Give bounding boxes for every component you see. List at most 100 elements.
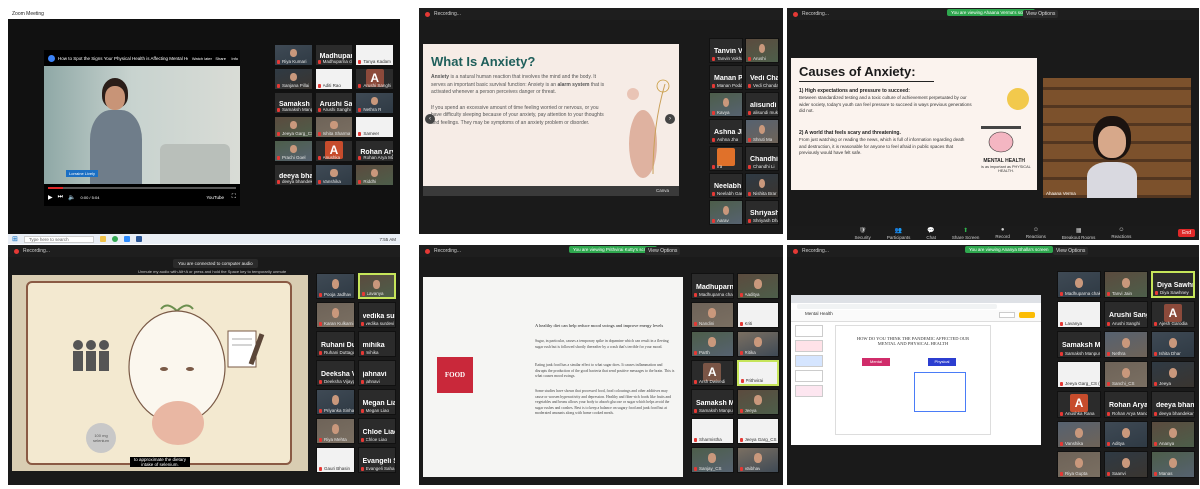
participant-tile[interactable]: Nethra R: [355, 92, 394, 114]
participant-tile[interactable]: Lavanya: [1057, 301, 1101, 328]
participant-tile[interactable]: Riddhi: [355, 164, 394, 186]
participant-tile[interactable]: Tanvi Jain: [1104, 271, 1148, 298]
present-button[interactable]: [999, 312, 1015, 318]
participant-tile[interactable]: Ananya: [1151, 421, 1195, 448]
play-icon[interactable]: ▶: [48, 194, 53, 201]
control-chat[interactable]: 💬 Chat: [926, 227, 936, 240]
youtube-logo[interactable]: YouTube: [206, 195, 224, 200]
control-participants[interactable]: 👥 Participants: [887, 227, 911, 240]
participant-tile[interactable]: Ritika: [736, 331, 779, 357]
participant-tile[interactable]: deeya bhandek...deeya bhandekar: [274, 164, 313, 186]
participant-tile[interactable]: Manas: [1151, 451, 1195, 478]
zoom-icon[interactable]: [123, 236, 130, 242]
participant-tile[interactable]: Madhuparna ch...Madhuparna chat: [314, 44, 354, 66]
address-bar[interactable]: [797, 304, 997, 309]
progress-bar[interactable]: [48, 187, 236, 189]
view-options-button[interactable]: View Options: [1053, 247, 1089, 255]
participant-tile[interactable]: Samaksh Manp...Samaksh Manpuria: [274, 92, 313, 114]
thumbnail[interactable]: [795, 340, 823, 352]
participant-tile[interactable]: Arushi SanghiArushi Sanghi: [1104, 301, 1148, 328]
participant-tile[interactable]: A Anushka: [314, 140, 354, 162]
participant-tile[interactable]: Nethra: [1104, 331, 1148, 358]
next-icon[interactable]: ⏭: [58, 194, 63, 201]
view-options-button[interactable]: View Options: [1023, 10, 1059, 18]
word-icon[interactable]: [135, 236, 142, 242]
participant-tile[interactable]: Diya SawhneyDiya Sawhney: [1151, 271, 1195, 298]
participant-tile[interactable]: Nishita Brar: [745, 173, 779, 198]
participant-tile[interactable]: Saanvi: [1104, 451, 1148, 478]
participant-tile[interactable]: Jeeya: [736, 389, 779, 415]
participant-tile[interactable]: Ishita Dhar: [1151, 331, 1195, 358]
participant-tile[interactable]: Jeeya: [1151, 361, 1195, 388]
participant-tile[interactable]: Sanjana Pillai: [274, 68, 313, 90]
selected-textbox[interactable]: [914, 372, 966, 412]
participant-tile[interactable]: Samaksh Manp...Samaksh Manpuria: [1057, 331, 1101, 358]
participant-tile[interactable]: Prithvirai: [736, 360, 779, 386]
end-meeting-button[interactable]: End: [1178, 229, 1195, 237]
participant-tile[interactable]: Aditya: [1104, 421, 1148, 448]
share-button[interactable]: Share: [215, 56, 226, 61]
view-options-button[interactable]: View Options: [645, 247, 681, 255]
thumbnail[interactable]: [795, 325, 823, 337]
participant-tile[interactable]: A Ajesh Garodia: [1151, 301, 1195, 328]
participant-tile[interactable]: deeya bhandek...deeya bhandekar: [1151, 391, 1195, 418]
fullscreen-icon[interactable]: ⛶: [232, 194, 236, 201]
participant-tile[interactable]: Manan PoddarManan Poddar: [709, 65, 743, 90]
participant-tile[interactable]: A Anushka Rana: [1057, 391, 1101, 418]
participant-tile[interactable]: mihika mihika: [357, 331, 396, 357]
participant-tile[interactable]: Chloe Liao Chloe Liao: [357, 418, 396, 444]
participant-tile[interactable]: Vanshika: [1057, 421, 1101, 448]
participant-tile[interactable]: Jeeya Garg_CS (Mindfu...): [1057, 361, 1101, 388]
taskbar-search[interactable]: Type here to search: [23, 235, 94, 243]
participant-tile[interactable]: Samaksh Manp...Samaksh Manpuria: [691, 389, 734, 415]
participant-tile[interactable]: A Arsh Dwivedi: [691, 360, 734, 386]
thumbnail[interactable]: [795, 385, 823, 397]
participant-tile[interactable]: Madhuparna chakrabo...: [1057, 271, 1101, 298]
control-reactions[interactable]: ☺ Reactions: [1111, 227, 1131, 239]
participant-tile[interactable]: Rohan Arya M...Rohan Arya Manda: [355, 140, 394, 162]
participant-tile[interactable]: Evangeli SahaEvangeli Saha: [357, 447, 396, 473]
participant-tile[interactable]: Vanshika: [314, 164, 354, 186]
next-slide-button[interactable]: ›: [665, 114, 675, 124]
participant-tile[interactable]: Madhuparna ch...Madhuparna chakraborty: [691, 273, 734, 299]
participant-tile[interactable]: Arushi: [745, 38, 779, 63]
participant-tile[interactable]: alisundi mukherjeealisundi mukherjee: [745, 92, 779, 117]
participant-tile[interactable]: Megan LiaoMegan Liao: [357, 389, 396, 415]
explorer-icon[interactable]: [99, 236, 106, 242]
control-breakout-rooms[interactable]: ▦ Breakout Rooms: [1062, 227, 1096, 240]
participant-tile[interactable]: Aaditya: [736, 273, 779, 299]
thumbnail[interactable]: [795, 355, 823, 367]
participant-tile[interactable]: Ishita Sharma: [314, 116, 354, 138]
participant-tile[interactable]: Kavya: [709, 92, 743, 117]
chrome-icon[interactable]: [111, 236, 118, 242]
control-security[interactable]: 🛡 Security: [855, 227, 871, 240]
info-button[interactable]: Info: [231, 56, 238, 61]
participant-tile[interactable]: Riya Gupta: [1057, 451, 1101, 478]
participant-tile[interactable]: Prachi Goel: [274, 140, 313, 162]
participant-tile[interactable]: Riya Kumari: [274, 44, 313, 66]
participant-tile[interactable]: Nandini: [691, 302, 734, 328]
participant-tile[interactable]: Aarav: [709, 200, 743, 225]
participant-tile[interactable]: Arushi SanghiArushi Sanghi: [314, 92, 354, 114]
thumbnail[interactable]: [795, 370, 823, 382]
participant-tile[interactable]: vedika surdevivedika surdevi: [357, 302, 396, 328]
participant-tile[interactable]: Kriti: [736, 302, 779, 328]
participant-tile[interactable]: Sharmistha: [691, 418, 734, 444]
start-icon[interactable]: ⊞: [12, 235, 18, 243]
participant-tile[interactable]: Vaibhav: [736, 447, 779, 473]
participant-tile[interactable]: Shriyash DhanukShriyash Dhanuk: [745, 200, 779, 225]
participant-tile[interactable]: Rohan Arya M...Rohan Arya Manda: [1104, 391, 1148, 418]
participant-tile[interactable]: Aditi Rao: [314, 68, 354, 90]
participant-tile[interactable]: Jeeya Garg_CS (Mind...): [736, 418, 779, 444]
control-reactions[interactable]: ☺ Reactions: [1026, 227, 1046, 239]
participant-tile[interactable]: Ira: [709, 146, 743, 171]
doc-title[interactable]: Mental Health: [805, 311, 833, 316]
participant-tile[interactable]: Shruti Ma: [745, 119, 779, 144]
participant-tile[interactable]: Sameer: [355, 116, 394, 138]
control-share-screen[interactable]: ⬆ Share Screen: [952, 227, 980, 240]
participant-tile[interactable]: jahnavi jahnavi: [357, 360, 396, 386]
participant-tile[interactable]: Lavanya: [357, 273, 396, 299]
participant-tile[interactable]: Sanchi_CS: [1104, 361, 1148, 388]
control-record[interactable]: ● Record: [995, 227, 1010, 239]
participant-tile[interactable]: Sanjay_CS: [691, 447, 734, 473]
